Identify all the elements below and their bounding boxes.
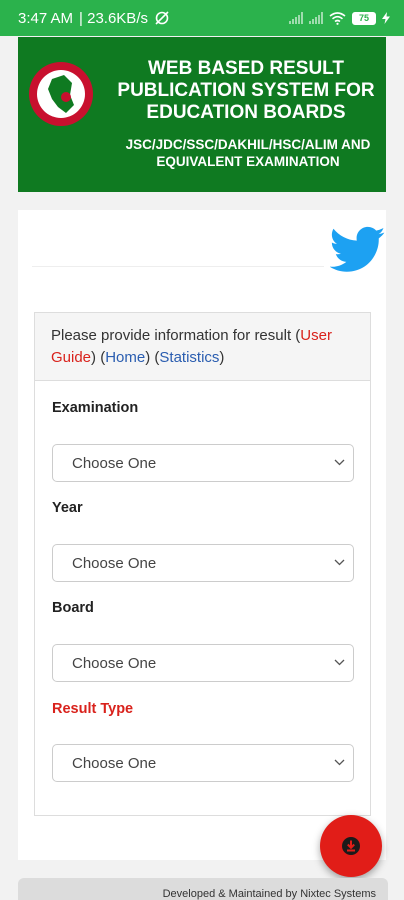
download-button[interactable] (320, 815, 382, 877)
divider (32, 266, 324, 267)
wifi-icon (329, 11, 346, 25)
signal-1-icon (289, 12, 303, 24)
chevron-down-icon (334, 759, 345, 766)
year-select[interactable]: Choose One (52, 544, 354, 582)
result-type-label: Result Type (52, 701, 134, 717)
chevron-down-icon (334, 459, 345, 466)
battery-icon: 75 (352, 11, 376, 25)
info-prefix: Please provide information for result ( (51, 327, 301, 344)
board-select-value: Choose One (72, 654, 157, 672)
page-subtitle: JSC/JDC/SSC/DAKHIL/HSC/ALIM AND EQUIVALE… (125, 137, 371, 169)
examination-label: Examination (52, 400, 139, 416)
status-bar: 3:47 AM | 23.6KB/s 75 (0, 0, 404, 36)
government-seal-icon (29, 62, 93, 126)
year-label: Year (52, 500, 83, 516)
twitter-icon[interactable] (330, 226, 386, 274)
status-network-speed: | 23.6KB/s (79, 9, 148, 27)
result-type-select[interactable]: Choose One (52, 744, 354, 782)
info-sep-1: ) ( (91, 349, 106, 366)
footer: Developed & Maintained by Nixtec Systems (18, 878, 388, 900)
header-banner: WEB BASED RESULT PUBLICATION SYSTEM FOR … (18, 37, 386, 192)
footer-credit: Developed & Maintained by Nixtec Systems (162, 888, 376, 900)
statistics-link[interactable]: Statistics (159, 349, 219, 366)
chevron-down-icon (334, 559, 345, 566)
examination-select[interactable]: Choose One (52, 444, 354, 482)
year-select-value: Choose One (72, 554, 157, 572)
board-label: Board (52, 600, 94, 616)
signal-2-icon (309, 12, 323, 24)
info-text: Please provide information for result (U… (35, 313, 370, 381)
chevron-down-icon (334, 659, 345, 666)
sync-off-icon (155, 11, 169, 25)
download-icon (342, 837, 360, 855)
board-select[interactable]: Choose One (52, 644, 354, 682)
examination-select-value: Choose One (72, 454, 157, 472)
result-form-panel: Please provide information for result (U… (34, 312, 371, 816)
charging-icon (382, 12, 390, 24)
home-link[interactable]: Home (105, 349, 145, 366)
info-sep-2: ) ( (145, 349, 160, 366)
info-suffix: ) (219, 349, 225, 366)
page-title: WEB BASED RESULT PUBLICATION SYSTEM FOR … (117, 58, 375, 123)
status-time: 3:47 AM (18, 9, 74, 27)
result-type-select-value: Choose One (72, 754, 157, 772)
